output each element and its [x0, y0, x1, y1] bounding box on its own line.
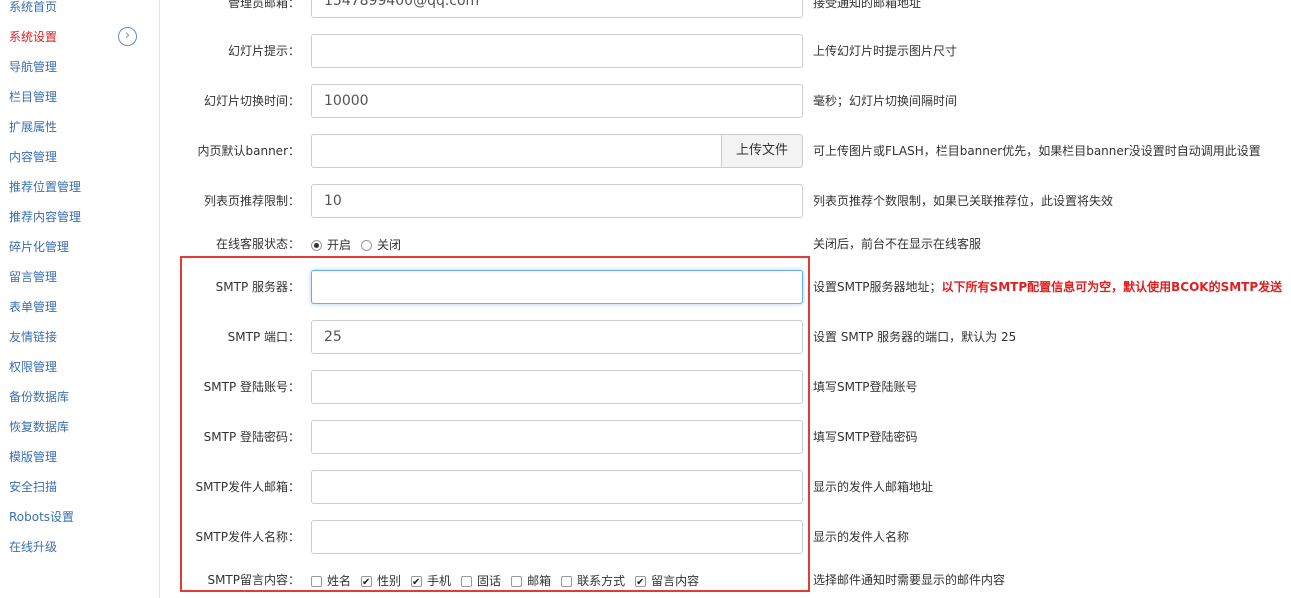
smtp-server-hint-warning: 以下所有SMTP配置信息可为空，默认使用BCOK的SMTP发送 — [941, 280, 1283, 294]
inner-banner-input[interactable] — [311, 134, 722, 168]
checkbox-option-message[interactable]: 留言内容 — [635, 571, 700, 593]
smtp-sender-email-hint: 显示的发件人邮箱地址 — [813, 480, 934, 494]
checkbox-name[interactable] — [311, 575, 322, 587]
checkbox-option-name[interactable]: 姓名 — [311, 571, 351, 591]
sidebar-item-robots[interactable]: Robots设置 — [9, 507, 74, 527]
smtp-server-input[interactable] — [311, 270, 803, 304]
online-service-on-option[interactable]: 开启 — [311, 235, 351, 255]
admin-email-label: 管理员邮箱： — [227, 0, 300, 10]
smtp-sender-email-label: SMTP发件人邮箱： — [195, 480, 300, 494]
slide-tip-input[interactable] — [311, 34, 803, 68]
checkbox-label-mobile: 手机 — [427, 574, 452, 588]
smtp-password-label: SMTP 登陆密码： — [203, 430, 300, 444]
checkbox-label-contact: 联系方式 — [577, 574, 626, 588]
upload-file-button[interactable]: 上传文件 — [721, 134, 803, 168]
smtp-sender-name-hint: 显示的发件人名称 — [813, 530, 910, 544]
online-service-on-label: 开启 — [327, 238, 352, 252]
checkbox-label-phone: 固话 — [477, 574, 502, 588]
online-service-off-option[interactable]: 关闭 — [361, 235, 401, 255]
checkbox-message[interactable] — [635, 573, 647, 593]
smtp-server-hint: 设置SMTP服务器地址； — [813, 280, 942, 294]
online-service-off-label: 关闭 — [377, 238, 402, 252]
list-limit-label: 列表页推荐限制： — [203, 194, 300, 208]
sidebar-item-templates[interactable]: 模版管理 — [9, 447, 57, 467]
checkbox-gender[interactable] — [361, 573, 373, 593]
smtp-message-label: SMTP留言内容： — [207, 573, 300, 587]
smtp-port-hint: 设置 SMTP 服务器的端口，默认为 25 — [813, 330, 1017, 344]
sidebar: 系统首页 系统设置 › 导航管理 栏目管理 扩展属性 内容管理 推荐位置管理 推… — [0, 0, 160, 598]
sidebar-item-permissions[interactable]: 权限管理 — [9, 357, 57, 377]
list-limit-input[interactable] — [311, 184, 803, 218]
admin-email-input[interactable] — [311, 0, 803, 18]
online-service-hint: 关闭后，前台不在显示在线客服 — [813, 237, 982, 251]
slide-tip-label: 幻灯片提示： — [227, 44, 300, 58]
radio-off[interactable] — [361, 239, 373, 251]
online-service-radio-group: 开启 关闭 — [311, 235, 411, 255]
checkbox-option-phone[interactable]: 固话 — [461, 571, 501, 591]
smtp-account-input[interactable] — [311, 370, 803, 404]
smtp-account-label: SMTP 登陆账号： — [203, 380, 300, 394]
smtp-server-hint-wrap: 设置SMTP服务器地址；以下所有SMTP配置信息可为空，默认使用BCOK的SMT… — [813, 277, 1282, 297]
checkbox-email[interactable] — [511, 575, 523, 587]
smtp-account-hint: 填写SMTP登陆账号 — [813, 380, 918, 394]
inner-banner-label: 内页默认banner： — [197, 144, 301, 158]
smtp-port-label: SMTP 端口： — [227, 330, 300, 344]
inner-banner-hint: 可上传图片或FLASH，栏目banner优先，如果栏目banner没设置时自动调… — [813, 144, 1261, 158]
checkbox-option-email[interactable]: 邮箱 — [511, 571, 551, 591]
slide-interval-label: 幻灯片切换时间： — [203, 94, 300, 108]
smtp-sender-email-input[interactable] — [311, 470, 803, 504]
slide-interval-hint: 毫秒；幻灯片切换间隔时间 — [813, 94, 958, 108]
slide-tip-hint: 上传幻灯片时提示图片尺寸 — [813, 44, 958, 58]
checkbox-label-gender: 性别 — [377, 574, 402, 588]
smtp-server-label: SMTP 服务器： — [215, 280, 300, 294]
smtp-message-checkbox-group: 姓名 性别 手机 固话 邮箱 联系方式 留言内容 — [311, 571, 709, 593]
checkbox-option-contact[interactable]: 联系方式 — [561, 571, 625, 591]
admin-email-hint: 接受通知的邮箱地址 — [813, 0, 922, 10]
smtp-password-hint: 填写SMTP登陆密码 — [813, 430, 918, 444]
smtp-password-input[interactable] — [311, 420, 803, 454]
smtp-port-input[interactable] — [311, 320, 803, 354]
online-service-label: 在线客服状态： — [215, 237, 300, 251]
checkbox-label-email: 邮箱 — [527, 574, 552, 588]
sidebar-item-extend-attrs[interactable]: 扩展属性 — [9, 117, 57, 137]
smtp-sender-name-label: SMTP发件人名称： — [195, 530, 300, 544]
checkbox-label-message: 留言内容 — [651, 574, 700, 588]
smtp-message-hint: 选择邮件通知时需要显示的邮件内容 — [813, 573, 1006, 587]
checkbox-option-mobile[interactable]: 手机 — [411, 571, 452, 593]
checkbox-option-gender[interactable]: 性别 — [361, 571, 402, 593]
checkbox-contact[interactable] — [561, 575, 573, 587]
checkbox-label-name: 姓名 — [327, 574, 352, 588]
checkbox-phone[interactable] — [461, 575, 473, 587]
checkbox-mobile[interactable] — [411, 573, 423, 593]
list-limit-hint: 列表页推荐个数限制，如果已关联推荐位，此设置将失效 — [813, 194, 1114, 208]
sidebar-item-forms[interactable]: 表单管理 — [9, 297, 57, 317]
slide-interval-input[interactable] — [311, 84, 803, 118]
radio-on[interactable] — [311, 239, 322, 251]
smtp-sender-name-input[interactable] — [311, 520, 803, 554]
